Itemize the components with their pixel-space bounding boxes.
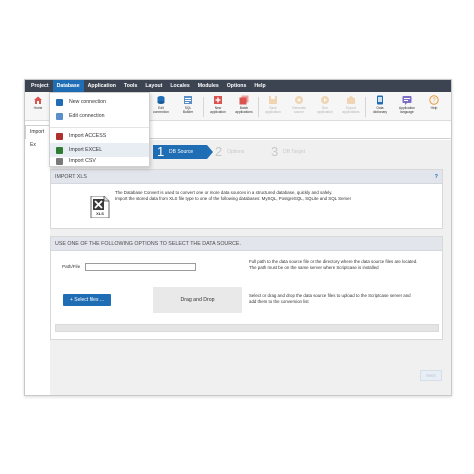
language-icon (402, 95, 412, 105)
step-db-source[interactable]: 1 DB Source (153, 145, 213, 159)
excel-icon (56, 146, 63, 154)
export-icon (346, 95, 356, 105)
home-button[interactable]: Home (25, 95, 51, 111)
generate-source-button[interactable]: Generate source (286, 95, 312, 115)
menu-help[interactable]: Help (250, 80, 269, 92)
drag-and-drop-zone[interactable]: Drag and Drop (153, 287, 242, 313)
toolbar-separator (365, 97, 366, 117)
step-db-target: 3 DB Target (271, 144, 306, 159)
dropdown-item-edit-connection[interactable]: Edit connection (50, 109, 149, 123)
edit-connection-icon (56, 112, 63, 120)
app-window: Project Database Application Tools Layou… (24, 79, 452, 396)
import-description: The Database Convert is used to convert … (115, 190, 352, 201)
path-file-label: Path/File (62, 264, 81, 269)
save-application-button[interactable]: Save application (260, 95, 286, 115)
generate-source-icon (294, 95, 304, 105)
toolbar-separator (203, 97, 204, 117)
xls-icon-label: XLS (96, 211, 104, 216)
sql-builder-icon (183, 95, 193, 105)
select-files-button[interactable]: + Select files ... (63, 294, 111, 306)
csv-icon (56, 157, 63, 165)
new-application-button[interactable]: New application (205, 95, 231, 115)
menu-project[interactable]: Project (27, 80, 53, 92)
help-button[interactable]: ? Help (421, 95, 447, 111)
import-xls-panel: IMPORT XLS ? XLS The Database Convert is… (50, 169, 443, 229)
xls-file-icon: XLS (90, 195, 110, 219)
export-applications-button[interactable]: Export applications (338, 95, 364, 115)
menu-bar: Project Database Application Tools Layou… (25, 80, 451, 92)
path-file-input[interactable] (85, 263, 196, 271)
sql-builder-button[interactable]: SQL Builder (175, 95, 201, 115)
home-icon (33, 95, 43, 105)
edit-connection-button[interactable]: Edit connection (148, 95, 174, 115)
help-question-icon[interactable]: ? (435, 170, 438, 184)
application-language-button[interactable]: Application language (394, 95, 420, 115)
run-icon (320, 95, 330, 105)
panel-title: USE ONE OF THE FOLLOWING OPTIONS TO SELE… (55, 241, 241, 247)
data-dictionary-button[interactable]: Data dictionary (367, 95, 393, 115)
data-dictionary-icon (375, 95, 385, 105)
save-icon (268, 95, 278, 105)
new-connection-icon (56, 98, 63, 106)
access-icon (56, 132, 63, 140)
menu-locales[interactable]: Locales (166, 80, 193, 92)
file-list-area (55, 324, 439, 332)
toolbar-separator (258, 97, 259, 117)
menu-tools[interactable]: Tools (120, 80, 141, 92)
main-content: 1 DB Source 2 Options 3 DB Target IMPORT… (50, 140, 451, 395)
batch-applications-button[interactable]: Batch applications (231, 95, 257, 115)
dropdown-divider (50, 127, 149, 128)
help-icon: ? (429, 95, 439, 105)
import-xls-header: IMPORT XLS ? (51, 170, 442, 184)
data-source-header: USE ONE OF THE FOLLOWING OPTIONS TO SELE… (51, 237, 442, 251)
new-application-icon (213, 95, 223, 105)
menu-database[interactable]: Database (52, 80, 84, 92)
path-help-text: Full path to the data source file or the… (249, 259, 418, 270)
run-application-button[interactable]: Run application (312, 95, 338, 115)
tab-import-excel[interactable]: Import Ex (25, 125, 51, 148)
menu-layout[interactable]: Layout (141, 80, 166, 92)
dropdown-item-import-access[interactable]: Import ACCESS (50, 129, 149, 143)
database-dropdown-menu: New connection Edit connection Import AC… (49, 92, 150, 167)
step-options: 2 Options (215, 144, 245, 159)
next-button[interactable]: Next (420, 370, 442, 381)
menu-application[interactable]: Application (84, 80, 120, 92)
menu-options[interactable]: Options (223, 80, 251, 92)
panel-title: IMPORT XLS (55, 174, 87, 180)
dropdown-item-import-csv[interactable]: Import CSV (50, 154, 149, 168)
menu-modules[interactable]: Modules (194, 80, 223, 92)
dropdown-item-new-connection[interactable]: New connection (50, 95, 149, 109)
drop-help-text: Select or drag and drop the data source … (249, 293, 411, 304)
data-source-panel: USE ONE OF THE FOLLOWING OPTIONS TO SELE… (50, 236, 443, 340)
connection-icon (156, 95, 166, 105)
batch-applications-icon (239, 95, 249, 105)
